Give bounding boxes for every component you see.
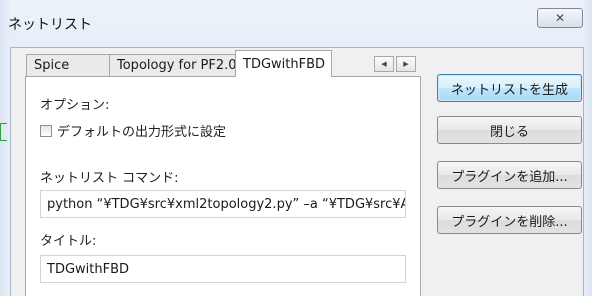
- netlist-command-label: ネットリスト コマンド:: [40, 171, 179, 186]
- options-label: オプション:: [40, 98, 110, 113]
- close-window-button[interactable]: ✕: [537, 8, 583, 28]
- default-format-checkbox-label: デフォルトの出力形式に設定: [57, 125, 227, 140]
- background-connector-mark: [0, 123, 7, 141]
- tab-scroll-left-button[interactable]: ◀: [374, 56, 394, 72]
- default-format-checkbox[interactable]: [40, 124, 52, 137]
- tab-topology-for-pf2[interactable]: Topology for PF2.0: [109, 54, 237, 76]
- tab-tdgwithfbd[interactable]: TDGwithFBD: [235, 50, 332, 77]
- tab-label: TDGwithFBD: [243, 56, 326, 72]
- tab-panel: オプション: デフォルトの出力形式に設定 ネットリスト コマンド: python…: [25, 76, 421, 296]
- default-format-option[interactable]: デフォルトの出力形式に設定: [40, 121, 226, 140]
- remove-plugin-button[interactable]: プラグインを削除...: [437, 206, 582, 234]
- netlist-command-field[interactable]: python “¥TDG¥src¥xml2topology2.py” –a “¥…: [40, 190, 406, 218]
- add-plugin-button[interactable]: プラグインを追加...: [437, 161, 582, 189]
- window-frame-left: [0, 0, 10, 296]
- tab-spice[interactable]: Spice: [26, 54, 110, 76]
- title-field[interactable]: TDGwithFBD: [40, 255, 406, 283]
- generate-netlist-button[interactable]: ネットリストを生成: [437, 74, 582, 102]
- title-label: タイトル:: [40, 234, 97, 249]
- tab-scroll-controls: ◀ ▶: [374, 56, 418, 72]
- close-button[interactable]: 閉じる: [437, 116, 582, 144]
- tab-label: Spice: [34, 58, 70, 73]
- close-icon: ✕: [554, 11, 566, 25]
- tab-scroll-right-button[interactable]: ▶: [396, 56, 416, 72]
- window-frame-right: [584, 0, 592, 296]
- tab-label: Topology for PF2.0: [117, 58, 237, 73]
- dialog-title: ネットリスト: [8, 17, 92, 33]
- netlist-dialog: ネットリスト ✕ Spice Topology for PF2.0 TDGwit…: [0, 0, 592, 296]
